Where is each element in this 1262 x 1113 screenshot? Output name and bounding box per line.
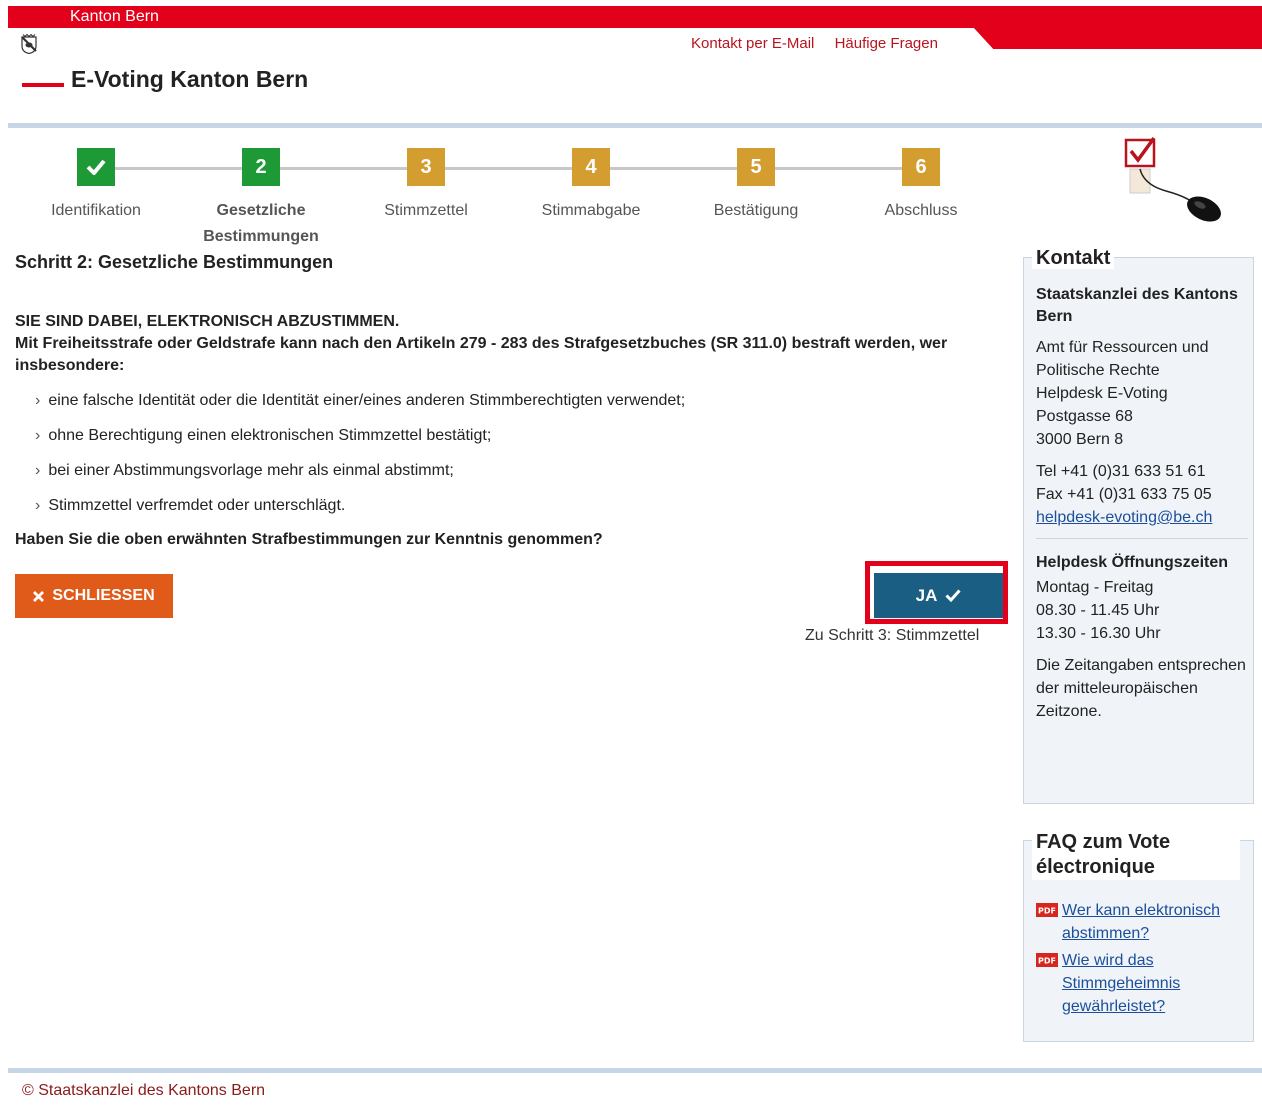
reasons-list: › eine falsche Identität oder die Identit… bbox=[35, 391, 1010, 516]
step-label: Gesetzliche Bestimmungen bbox=[203, 202, 319, 245]
yes-button-label: JA bbox=[915, 585, 938, 605]
title-accent-line bbox=[22, 83, 64, 87]
timezone-note: Die Zeitangaben entsprechen der mitteleu… bbox=[1036, 657, 1246, 720]
header-links: Kontakt per E-Mail Häufige Fragen bbox=[691, 35, 954, 52]
footer-divider bbox=[8, 1068, 1262, 1073]
step-abschluss: 6 Abschluss bbox=[856, 148, 986, 224]
chevron-right-icon: › bbox=[35, 462, 41, 479]
contact-email-link[interactable]: Kontakt per E-Mail bbox=[691, 35, 814, 52]
hours-line: Montag - Freitag bbox=[1036, 579, 1154, 596]
footer-copyright: © Staatskanzlei des Kantons Bern bbox=[22, 1082, 266, 1099]
close-icon bbox=[33, 590, 45, 602]
list-item: › eine falsche Identität oder die Identit… bbox=[35, 391, 1010, 411]
top-bar bbox=[8, 6, 1262, 28]
step-number: 6 bbox=[902, 148, 940, 186]
list-item-text: eine falsche Identität oder die Identitä… bbox=[48, 392, 686, 409]
close-button[interactable]: SCHLIESSEN bbox=[15, 574, 173, 618]
site-title: E-Voting Kanton Bern bbox=[71, 66, 309, 92]
faq-list: PDF Wer kann elektronisch abstimmen? PDF… bbox=[1036, 899, 1246, 1022]
contact-title: Kontakt bbox=[1032, 247, 1115, 269]
step-1-check-icon bbox=[77, 148, 115, 186]
pdf-icon: PDF bbox=[1036, 953, 1058, 967]
step-number: 2 bbox=[242, 148, 280, 186]
list-item: › Stimmzettel verfremdet oder unterschläg… bbox=[35, 496, 1010, 516]
canton-label: Kanton Bern bbox=[70, 8, 159, 25]
warning-heading: SIE SIND DABEI, ELEKTRONISCH ABZUSTIMMEN… bbox=[15, 313, 400, 330]
main-content: Schritt 2: Gesetzliche Bestimmungen SIE … bbox=[15, 252, 1010, 549]
contact-tel: Tel +41 (0)31 633 51 61 bbox=[1036, 463, 1206, 480]
page: Kanton Bern E-Voting Kanton Bern Kontakt… bbox=[8, 0, 1262, 1113]
checkmark-icon bbox=[945, 589, 961, 602]
contact-email-link[interactable]: helpdesk-evoting@be.ch bbox=[1036, 509, 1212, 526]
faq-link[interactable]: Wie wird das Stimmgeheimnis gewährleiste… bbox=[1062, 949, 1246, 1018]
step-label: Bestätigung bbox=[713, 202, 799, 219]
hours-list: Montag - Freitag 08.30 - 11.45 Uhr 13.30… bbox=[1036, 576, 1248, 645]
svg-text:PDF: PDF bbox=[1038, 957, 1056, 966]
contact-org: Staatskanzlei des Kantons Bern bbox=[1036, 286, 1238, 325]
coat-of-arms-icon bbox=[21, 34, 37, 54]
ballot-mouse-icon bbox=[1124, 136, 1221, 222]
list-item-text: ohne Berechtigung einen elektronischen S… bbox=[48, 427, 492, 444]
step-number: 4 bbox=[572, 148, 610, 186]
address-line: 3000 Bern 8 bbox=[1036, 431, 1124, 448]
header-divider bbox=[8, 123, 1262, 128]
address-line: Amt für Ressourcen und Politische Rechte bbox=[1036, 339, 1209, 379]
step-label: Stimmabgabe bbox=[541, 202, 641, 219]
contact-fax: Fax +41 (0)31 633 75 05 bbox=[1036, 486, 1212, 503]
faq-box: FAQ zum Vote électronique PDF Wer kann e… bbox=[1023, 830, 1254, 1042]
faq-link[interactable]: Häufige Fragen bbox=[835, 35, 938, 52]
faq-link[interactable]: Wer kann elektronisch abstimmen? bbox=[1062, 899, 1246, 945]
svg-text:PDF: PDF bbox=[1038, 907, 1056, 916]
next-step-hint: Zu Schritt 3: Stimmzettel bbox=[805, 627, 980, 644]
hours-title: Helpdesk Öffnungszeiten bbox=[1036, 554, 1229, 571]
list-item-text: Stimmzettel verfremdet oder unterschlägt… bbox=[48, 497, 346, 514]
chevron-right-icon: › bbox=[35, 497, 41, 514]
yes-button[interactable]: JA bbox=[874, 573, 1003, 618]
hours-line: 08.30 - 11.45 Uhr bbox=[1036, 602, 1160, 619]
step-gesetzliche-bestimmungen: 2 Gesetzliche Bestimmungen bbox=[196, 148, 326, 250]
list-item-text: bei einer Abstimmungsvorlage mehr als ei… bbox=[48, 462, 454, 479]
step-stimmzettel: 3 Stimmzettel bbox=[361, 148, 491, 224]
contact-divider bbox=[1036, 538, 1248, 539]
contact-address: Amt für Ressourcen und Politische Rechte… bbox=[1036, 336, 1248, 451]
contact-phones: Tel +41 (0)31 633 51 61 Fax +41 (0)31 63… bbox=[1036, 460, 1248, 529]
list-item: › ohne Berechtigung einen elektronischen … bbox=[35, 426, 1010, 446]
address-line: Helpdesk E-Voting bbox=[1036, 385, 1168, 402]
step-identifikation: Identifikation bbox=[31, 148, 161, 224]
progress-stepper: Identifikation 2 Gesetzliche Bestimmunge… bbox=[48, 148, 968, 248]
step-bestaetigung: 5 Bestätigung bbox=[691, 148, 821, 224]
step-number: 3 bbox=[407, 148, 445, 186]
chevron-right-icon: › bbox=[35, 427, 41, 444]
step-number: 5 bbox=[737, 148, 775, 186]
step-label: Stimmzettel bbox=[384, 202, 468, 219]
chevron-right-icon: › bbox=[35, 392, 41, 409]
step-label: Identifikation bbox=[51, 202, 141, 219]
hours-line: 13.30 - 16.30 Uhr bbox=[1036, 625, 1161, 642]
step-label: Abschluss bbox=[884, 202, 958, 219]
faq-title: FAQ zum Vote électronique bbox=[1032, 830, 1240, 880]
faq-item: PDF Wie wird das Stimmgeheimnis gewährle… bbox=[1036, 949, 1246, 1018]
warning-text: Mit Freiheitsstrafe oder Geldstrafe kann… bbox=[15, 335, 948, 374]
contact-box: Kontakt Staatskanzlei des Kantons Bern A… bbox=[1023, 247, 1254, 804]
confirmation-question: Haben Sie die oben erwähnten Strafbestim… bbox=[15, 531, 603, 548]
close-button-label: SCHLIESSEN bbox=[52, 587, 155, 604]
page-title: Schritt 2: Gesetzliche Bestimmungen bbox=[15, 252, 334, 272]
faq-item: PDF Wer kann elektronisch abstimmen? bbox=[1036, 899, 1246, 945]
list-item: › bei einer Abstimmungsvorlage mehr als e… bbox=[35, 461, 1010, 481]
address-line: Postgasse 68 bbox=[1036, 408, 1133, 425]
header-red-tab bbox=[973, 27, 1262, 49]
step-stimmabgabe: 4 Stimmabgabe bbox=[526, 148, 656, 224]
pdf-icon: PDF bbox=[1036, 903, 1058, 917]
